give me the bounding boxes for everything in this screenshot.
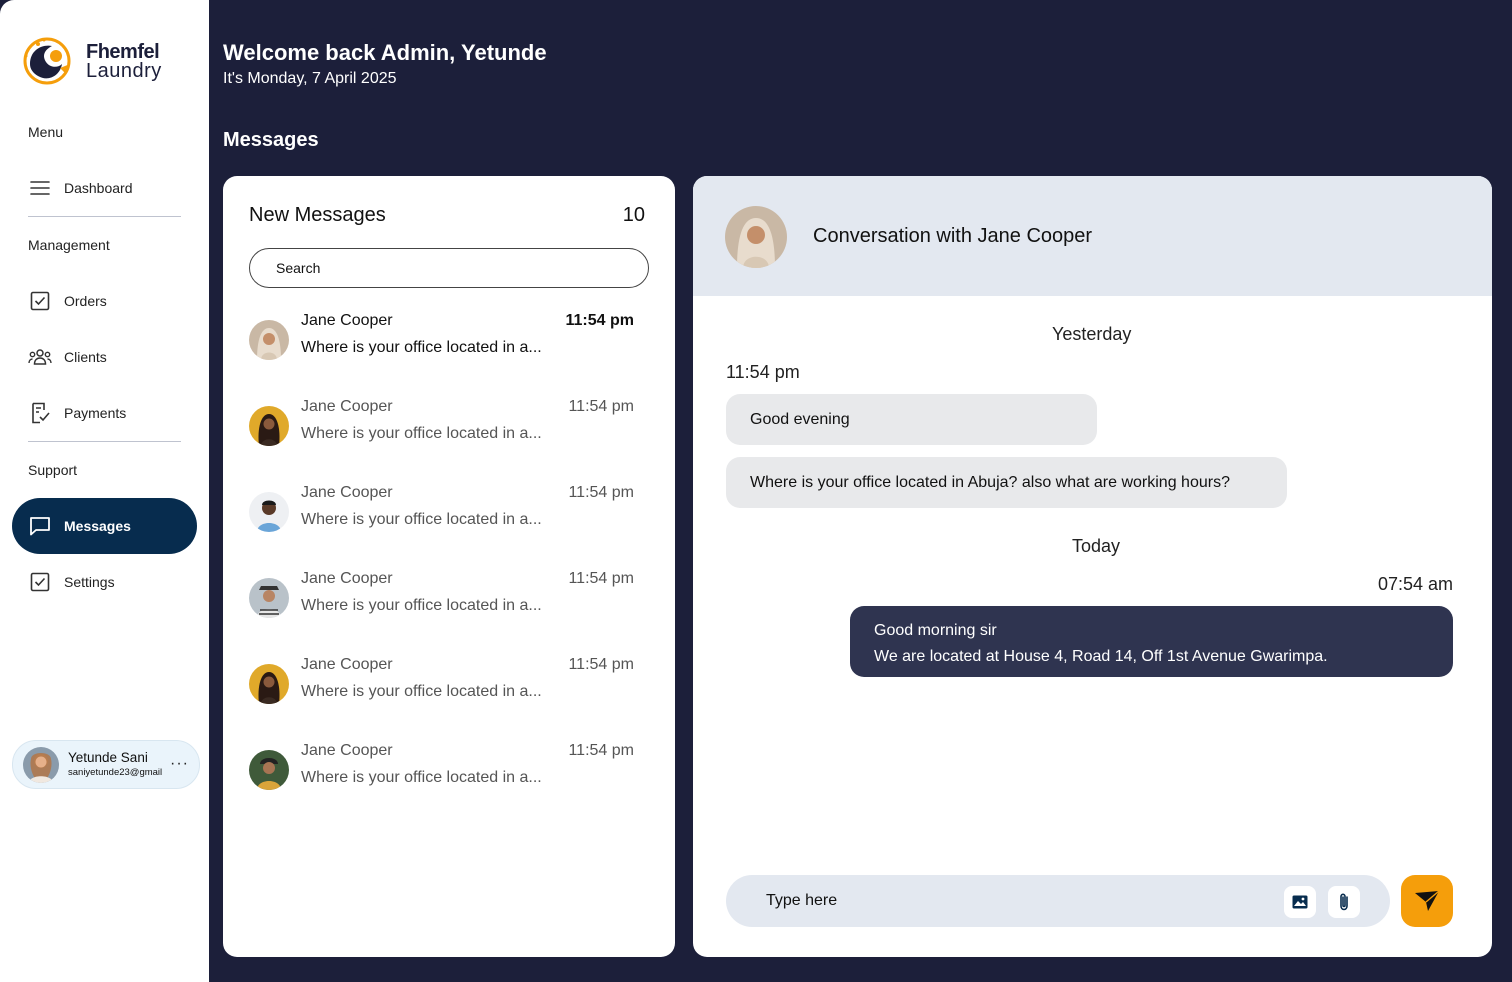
message-timestamp: 11:54 pm — [726, 362, 800, 382]
menu-lines-icon — [28, 176, 52, 200]
user-profile-card[interactable]: Yetunde Sani saniyetunde23@gmail ··· — [12, 740, 200, 789]
message-preview: Where is your office located in a... — [301, 511, 542, 528]
sidebar-item-clients[interactable]: Clients — [12, 329, 197, 385]
sidebar-divider — [28, 216, 181, 217]
message-sender: Jane Cooper — [301, 742, 393, 759]
sidebar-item-payments[interactable]: Payments — [12, 385, 197, 441]
message-sender: Jane Cooper — [301, 312, 393, 329]
day-separator-yesterday: Yesterday — [1052, 324, 1132, 344]
avatar — [249, 664, 289, 704]
message-composer — [726, 875, 1390, 927]
current-date: It's Monday, 7 April 2025 — [223, 70, 397, 87]
send-button[interactable] — [1401, 875, 1453, 927]
search-input[interactable] — [249, 248, 649, 288]
conversation-panel: Conversation with Jane Cooper Yesterday … — [693, 176, 1492, 957]
avatar — [249, 492, 289, 532]
user-info: Yetunde Sani saniyetunde23@gmail — [68, 749, 162, 780]
app-window: Fhemfel Laundry Menu Dashboard Managemen… — [0, 0, 1512, 982]
users-icon — [28, 345, 52, 369]
avatar — [725, 206, 787, 268]
message-sender: Jane Cooper — [301, 570, 393, 587]
checkbox-icon — [28, 570, 52, 594]
message-time: 11:54 pm — [568, 570, 634, 587]
receipt-check-icon — [28, 401, 52, 425]
support-section-label: Support — [28, 462, 78, 478]
sidebar-item-label: Clients — [64, 349, 107, 365]
message-time: 11:54 pm — [568, 742, 634, 759]
message-time: 11:54 pm — [568, 656, 634, 673]
message-preview: Where is your office located in a... — [301, 683, 542, 700]
new-messages-count: 10 — [622, 204, 645, 226]
user-name: Yetunde Sani — [68, 750, 148, 765]
image-icon — [1292, 895, 1308, 909]
sidebar-item-dashboard[interactable]: Dashboard — [12, 160, 197, 216]
message-preview: Where is your office located in a... — [301, 597, 542, 614]
message-sender: Jane Cooper — [301, 484, 393, 501]
brand-logo[interactable]: Fhemfel Laundry — [20, 34, 180, 86]
brand-name-line1: Fhemfel — [86, 41, 160, 63]
sidebar: Fhemfel Laundry Menu Dashboard Managemen… — [0, 0, 209, 982]
send-icon — [1415, 890, 1440, 911]
avatar — [23, 746, 59, 783]
sidebar-item-label: Messages — [64, 518, 131, 534]
conversation-header: Conversation with Jane Cooper — [693, 176, 1492, 296]
sidebar-item-label: Payments — [64, 405, 127, 421]
avatar — [249, 406, 289, 446]
message-list-item[interactable]: Jane Cooper 11:54 pm Where is your offic… — [249, 736, 634, 796]
sidebar-item-label: Orders — [64, 293, 107, 309]
message-time: 11:54 pm — [568, 484, 634, 501]
outgoing-message-bubble: Good morning sir We are located at House… — [850, 606, 1453, 677]
management-section-label: Management — [28, 237, 110, 253]
sidebar-divider — [28, 441, 181, 442]
brand-name: Fhemfel Laundry — [86, 42, 162, 81]
chat-icon — [28, 514, 52, 538]
sidebar-item-settings[interactable]: Settings — [12, 554, 197, 610]
message-list-item[interactable]: Jane Cooper 11:54 pm Where is your offic… — [249, 392, 634, 452]
checkbox-icon — [28, 289, 52, 313]
message-timestamp: 07:54 am — [1377, 574, 1453, 594]
incoming-message-bubble: Where is your office located in Abuja? a… — [726, 457, 1287, 508]
conversation-title: Conversation with Jane Cooper — [813, 225, 1093, 247]
messages-list-title: New Messages — [249, 204, 386, 226]
welcome-heading: Welcome back Admin, Yetunde — [223, 40, 547, 65]
avatar — [249, 750, 289, 790]
outgoing-message-line: Good morning sir — [874, 622, 997, 639]
sidebar-item-label: Dashboard — [64, 180, 133, 196]
message-list-item[interactable]: Jane Cooper 11:54 pm Where is your offic… — [249, 564, 634, 624]
messages-list-panel: New Messages 10 Jane Cooper 11:54 pm Whe… — [223, 176, 675, 957]
more-options-icon[interactable]: ··· — [170, 755, 189, 773]
sidebar-item-orders[interactable]: Orders — [12, 273, 197, 329]
attach-file-button[interactable] — [1328, 886, 1360, 918]
message-preview: Where is your office located in a... — [301, 425, 542, 442]
message-preview: Where is your office located in a... — [301, 769, 542, 786]
sidebar-item-messages[interactable]: Messages — [12, 498, 197, 554]
attach-image-button[interactable] — [1284, 886, 1316, 918]
message-list-item[interactable]: Jane Cooper 11:54 pm Where is your offic… — [249, 306, 634, 366]
page-title: Messages — [223, 129, 319, 151]
outgoing-message-line: We are located at House 4, Road 14, Off … — [874, 648, 1328, 665]
avatar — [249, 320, 289, 360]
user-email: saniyetunde23@gmail — [68, 767, 163, 778]
incoming-message-bubble: Good evening — [726, 394, 1097, 445]
menu-section-label: Menu — [28, 124, 64, 140]
message-preview: Where is your office located in a... — [301, 339, 542, 356]
message-sender: Jane Cooper — [301, 656, 393, 673]
brand-name-line2: Laundry — [86, 60, 162, 82]
avatar — [249, 578, 289, 618]
sidebar-item-label: Settings — [64, 574, 115, 590]
day-separator-today: Today — [1072, 536, 1121, 556]
message-sender: Jane Cooper — [301, 398, 393, 415]
message-time: 11:54 pm — [565, 312, 634, 329]
laundry-logo-icon — [23, 37, 71, 85]
message-time: 11:54 pm — [568, 398, 634, 415]
message-input[interactable] — [766, 875, 1266, 927]
message-list-item[interactable]: Jane Cooper 11:54 pm Where is your offic… — [249, 650, 634, 710]
message-list-item[interactable]: Jane Cooper 11:54 pm Where is your offic… — [249, 478, 634, 538]
paperclip-icon — [1340, 893, 1348, 911]
